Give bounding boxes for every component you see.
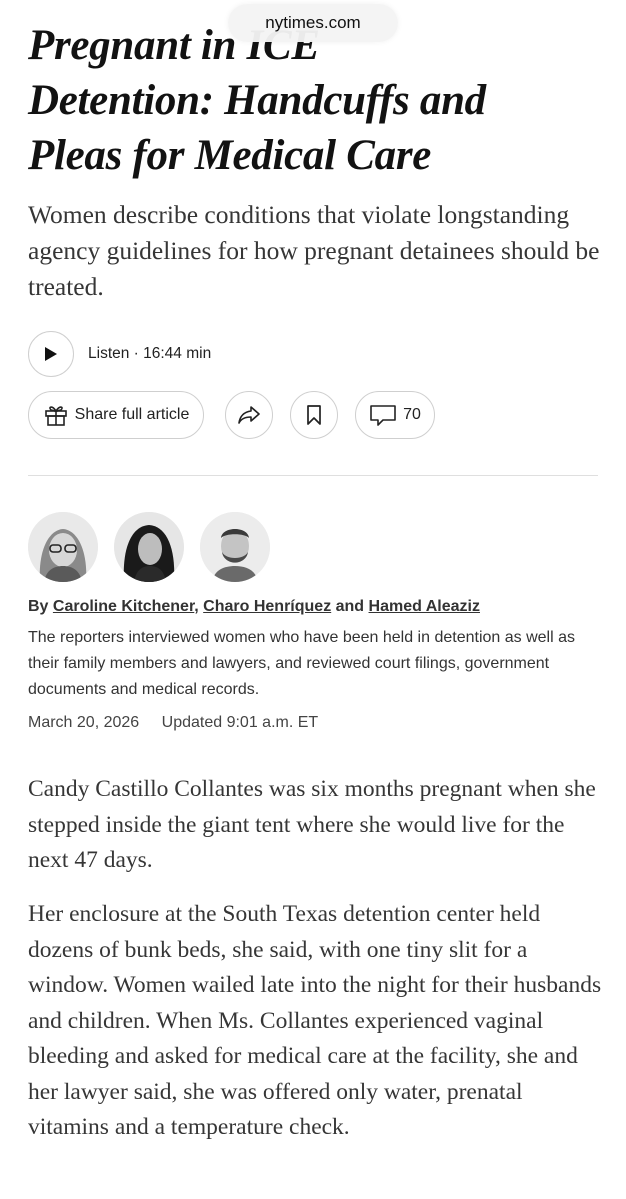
published-date: March 20, 2026 — [28, 714, 140, 731]
article-summary: Women describe conditions that violate l… — [28, 200, 600, 301]
play-icon — [45, 347, 57, 361]
forward-button[interactable] — [225, 391, 273, 439]
listen-control[interactable]: Listen · 16:44 min — [28, 331, 211, 377]
bookmark-icon — [307, 405, 321, 425]
share-label: Share full article — [74, 406, 190, 423]
article-actions: Share full article 70 — [28, 391, 435, 439]
author-photo-icon — [114, 512, 184, 582]
comment-icon — [370, 405, 396, 426]
save-button[interactable] — [290, 391, 338, 439]
gift-icon — [44, 406, 67, 426]
author-link[interactable]: Hamed Aleaziz — [369, 598, 480, 615]
author-link[interactable]: Caroline Kitchener — [53, 598, 194, 615]
headline-line: Detention: Handcuffs and — [28, 77, 486, 124]
address-bar[interactable]: nytimes.com — [228, 4, 398, 42]
avatar[interactable] — [28, 512, 98, 582]
author-photo-icon — [200, 512, 270, 582]
play-button[interactable] — [28, 331, 74, 377]
article-headline: Pregnant in ICE Detention: Handcuffs and… — [28, 18, 608, 183]
author-photo-icon — [28, 512, 98, 582]
headline-line: Pleas for Medical Care — [28, 132, 432, 179]
byline-prefix: By — [28, 598, 53, 615]
byline-separator: and — [331, 598, 369, 615]
byline: By Caroline Kitchener, Charo Henríquez a… — [28, 598, 480, 616]
body-paragraph: Her enclosure at the South Texas detenti… — [28, 901, 602, 1140]
author-link[interactable]: Charo Henríquez — [203, 598, 331, 615]
byline-separator: , — [194, 598, 204, 615]
updated-time: Updated 9:01 a.m. ET — [161, 714, 319, 731]
body-paragraph: Candy Castillo Collantes was six months … — [28, 776, 596, 873]
section-divider — [28, 475, 598, 476]
avatar[interactable] — [114, 512, 184, 582]
reporting-note: The reporters interviewed women who have… — [28, 629, 575, 698]
url-text: nytimes.com — [265, 13, 361, 32]
comments-button[interactable]: 70 — [355, 391, 435, 439]
share-arrow-icon — [238, 406, 260, 424]
author-avatars — [28, 512, 286, 582]
share-full-article-button[interactable]: Share full article — [28, 391, 204, 439]
comment-count: 70 — [403, 406, 421, 423]
avatar[interactable] — [200, 512, 270, 582]
dateline: March 20, 2026 Updated 9:01 a.m. ET — [28, 714, 318, 732]
listen-duration: Listen · 16:44 min — [88, 345, 212, 362]
